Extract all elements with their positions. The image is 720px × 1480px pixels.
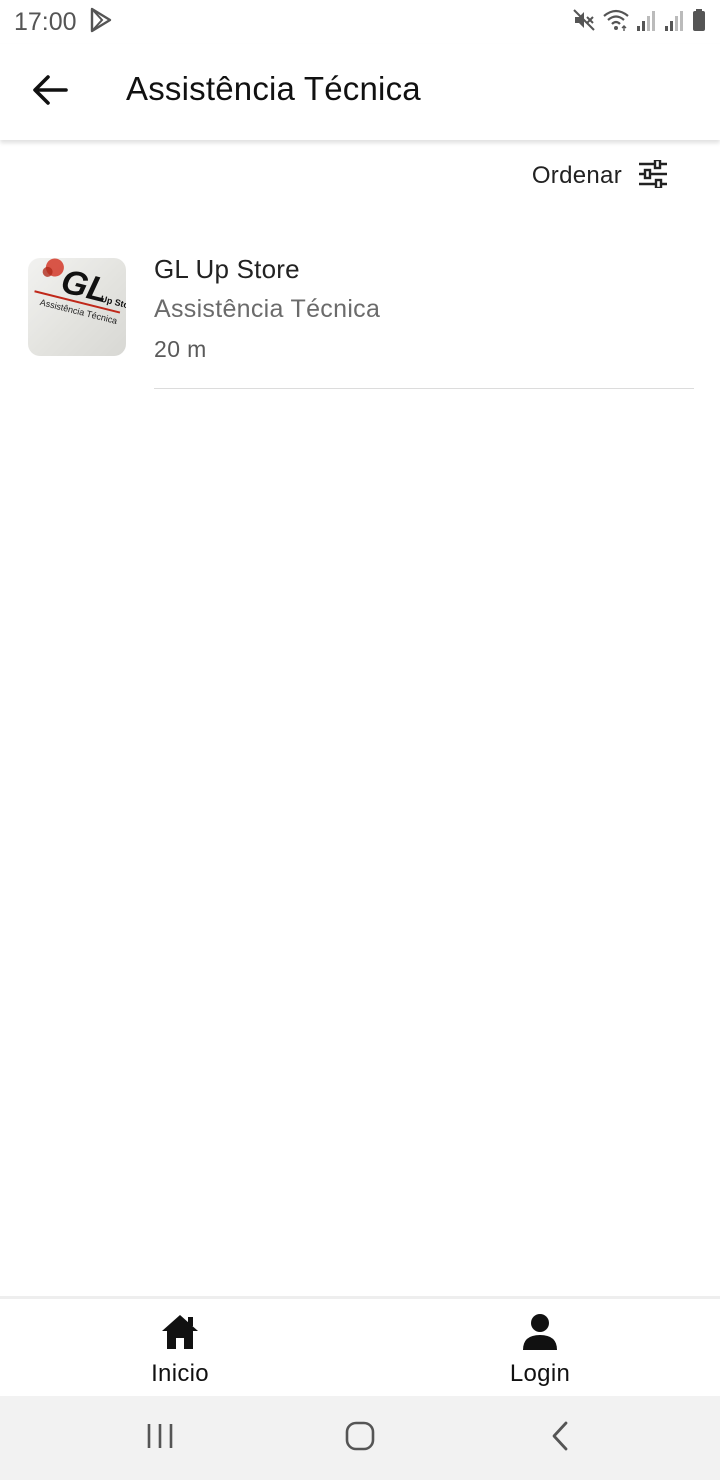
mute-icon [572,8,596,37]
person-icon [521,1313,559,1356]
list-item[interactable]: GL Up Store Assistência Técnica GL Up St… [28,250,694,390]
home-circle-icon [344,1420,376,1457]
logo-upstore-text: Up Store [100,294,126,313]
sliders-icon [638,158,668,193]
status-time: 17:00 [14,7,77,36]
screen: 17:00 Assistência Técnica Ordenar GL Up … [0,0,720,1480]
store-category: Assistência Técnica [154,295,381,323]
app-bar: Assistência Técnica [0,44,720,140]
store-distance: 20 m [154,336,207,362]
sort-label: Ordenar [531,162,622,189]
play-store-icon [89,7,113,38]
status-right [572,8,706,37]
status-left: 17:00 [14,7,113,38]
back-chevron-icon [549,1420,571,1457]
system-back-button[interactable] [520,1408,600,1468]
list-divider [154,388,694,389]
nav-item-inicio[interactable]: Inicio [0,1299,360,1396]
store-name: GL Up Store [154,254,300,284]
status-bar: 17:00 [0,0,720,44]
nav-label-inicio: Inicio [151,1360,209,1387]
recents-button[interactable] [120,1408,200,1468]
store-logo-thumbnail: GL Up Store Assistência Técnica [28,258,126,356]
home-button[interactable] [320,1408,400,1468]
back-button[interactable] [28,70,72,114]
arrow-left-icon [32,74,68,111]
sort-button[interactable]: Ordenar [532,156,668,196]
signal-icon [636,8,658,37]
system-navigation-bar [0,1396,720,1480]
bottom-navigation: Inicio Login [0,1296,720,1396]
wifi-icon [602,8,630,37]
nav-label-login: Login [509,1360,571,1387]
battery-icon [692,8,706,37]
list-item-text: GL Up Store Assistência Técnica 20 m [154,250,694,363]
nav-item-login[interactable]: Login [360,1299,720,1396]
recents-icon [145,1422,175,1455]
page-title: Assistência Técnica [126,70,421,107]
home-icon [160,1313,200,1356]
signal-icon [664,8,686,37]
